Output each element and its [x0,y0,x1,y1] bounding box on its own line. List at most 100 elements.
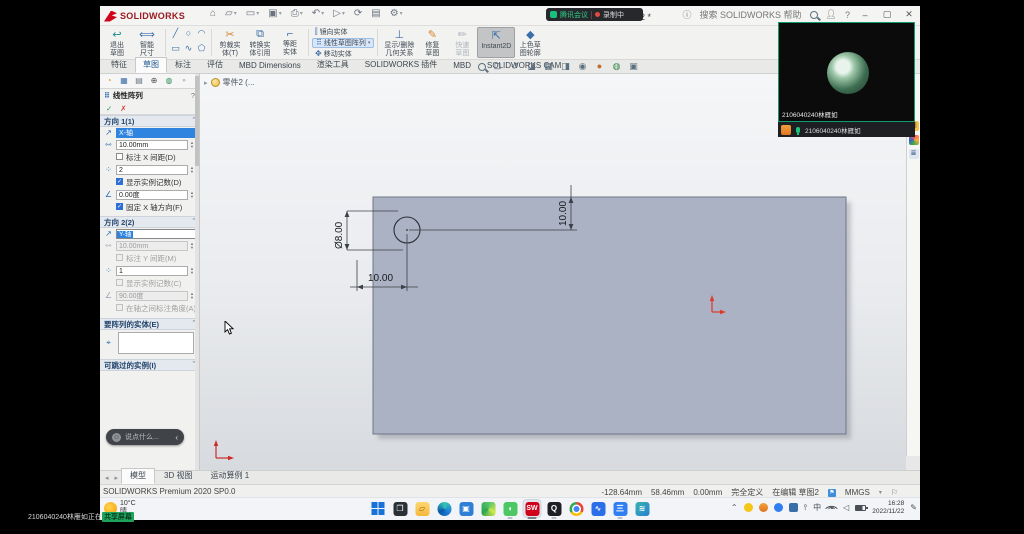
circle-tool-icon[interactable]: ○ [182,28,195,43]
tray-app2-icon[interactable] [759,503,768,512]
file-explorer-button[interactable]: ▱ [414,500,431,517]
tab-scroll-left-icon[interactable]: ◂ [102,474,112,484]
direction-arrow-icon[interactable]: ↗ [103,128,114,138]
select-icon[interactable]: ▷▾ [333,8,345,19]
restore-button[interactable]: ▢ [880,9,894,20]
minimize-button[interactable]: – [858,10,872,20]
instance-count-icon[interactable]: ⁘ [103,165,114,175]
docs-app-button[interactable]: ≋ [634,500,651,517]
solidworks-taskbar-button[interactable]: SW [524,500,541,517]
view-settings-icon[interactable]: ▣ [628,61,639,72]
line-tool-icon[interactable]: ╱ [169,28,182,43]
collapse-arrow-icon[interactable]: ‹ [175,433,178,442]
qq-button[interactable]: Q [546,500,563,517]
help-menu-button[interactable]: ? [845,10,850,20]
section-view-icon[interactable]: ◪ [526,61,537,72]
mirror-entities-button[interactable]: ⫿ 镜向实体 [312,27,374,37]
display-delete-relations-button[interactable]: ⊥ 显示/删除 几何关系 [381,27,417,58]
checkbox-unchecked-icon[interactable] [116,153,123,160]
repair-sketch-button[interactable]: ✎ 修复 草图 [417,27,447,58]
flyout-triangle-icon[interactable]: ▸ [204,79,208,87]
previous-view-icon[interactable]: ↺ [509,61,520,72]
part-face[interactable] [373,197,846,434]
display-style-icon[interactable]: ◨ [560,61,571,72]
tray-app3-icon[interactable] [789,503,798,512]
offset-entities-button[interactable]: ⌐ 等距 实体 [275,27,305,58]
tab-mbd-dimensions[interactable]: MBD Dimensions [231,59,309,73]
tab-addins[interactable]: SOLIDWORKS 插件 [357,57,445,73]
configuration-manager-tab-icon[interactable]: ▤ [134,76,144,86]
checkbox-checked-icon[interactable]: ✓ [116,203,123,210]
battery-icon[interactable] [855,505,866,511]
tray-app1-icon[interactable] [744,503,753,512]
trim-entities-button[interactable]: ✂︎ 剪裁实 体(T) [215,27,245,58]
tab-sketch[interactable]: 草图 [135,57,167,73]
tag-icon[interactable]: ⚐ [891,488,898,497]
entities-selection-box[interactable] [118,332,194,354]
tab-scroll-right-icon[interactable]: ▸ [112,474,122,484]
close-button[interactable]: ✕ [902,9,916,20]
custom-properties-tab-icon[interactable]: ≣ [909,149,919,159]
meeting-video-overlay[interactable]: 2106040240林雁如 2106040240林雁如 [778,22,915,137]
panel-overflow-icon[interactable]: » [179,76,189,86]
meeting-chat-bubble[interactable]: ☺ 说点什么... ‹ [106,429,184,445]
search-icon[interactable] [810,11,818,19]
circle-center-point[interactable] [406,229,408,231]
tab-mbd[interactable]: MBD [445,59,479,73]
checkbox-checked-icon[interactable]: ✓ [116,178,123,185]
feature-tree-flyout[interactable]: ▸ 零件2 (... [204,77,255,88]
convert-entities-button[interactable]: ⧉ 转换实 体引用 [245,27,275,58]
print-icon[interactable]: ⎙▾ [291,8,303,19]
tab-evaluate[interactable]: 评估 [199,57,231,73]
user-account-icon[interactable]: 👤︎ [826,9,837,20]
tab-features[interactable]: 特征 [103,57,135,73]
emoji-face-icon[interactable]: ☺ [112,433,121,442]
chrome-button[interactable] [568,500,585,517]
display-manager-tab-icon[interactable]: ◍ [164,76,174,86]
meeting-floating-bar[interactable]: 腾讯会议 录制中 [546,8,643,21]
tab-render-tools[interactable]: 渲染工具 [309,57,357,73]
start-button[interactable] [370,500,387,517]
file-properties-icon[interactable]: ▤ [371,8,380,19]
direction1-count-field[interactable]: 2 [116,165,188,175]
wechat-button[interactable]: ◖ [502,500,519,517]
options-gear-icon[interactable]: ⚙▾ [390,8,403,19]
cancel-x-button[interactable]: ✗ [120,104,126,113]
arc-tool-icon[interactable]: ◠ [195,28,208,43]
spline-tool-icon[interactable]: ∿ [182,43,195,58]
direction2-section-header[interactable]: 方向 2(2) ˆ [100,216,199,228]
angle-icon[interactable]: ∠ [103,190,114,200]
new-document-icon[interactable]: ▱▾ [225,8,237,19]
dim-x-spacing-checkbox-row[interactable]: 标注 X 间距(D) [100,151,199,164]
smart-dimension-button[interactable]: ⟺ 智能 尺寸 [132,27,162,58]
motion-study-tab[interactable]: 运动算例 1 [201,468,258,484]
zoom-area-icon[interactable]: ⊡ [492,61,503,72]
undo-icon[interactable]: ↶▾ [312,8,324,19]
dimxpert-manager-tab-icon[interactable]: ⊕ [149,76,159,86]
entities-section-header[interactable]: 要阵列的实体(E) ˆ [100,318,199,330]
exit-sketch-button[interactable]: ↩ 退出 草图 [102,27,132,58]
rectangle-tool-icon[interactable]: ▭ [169,43,182,58]
units-selector[interactable]: MMGS [845,488,870,497]
pinwheel-app-button[interactable] [480,500,497,517]
direction-arrow-icon[interactable]: ↗ [103,229,114,239]
direction2-count-field[interactable]: 1 [116,266,188,276]
microphone-tray-icon[interactable]: ⫯ [804,503,807,513]
volume-icon[interactable]: ◁ [843,503,849,512]
ime-indicator[interactable]: 中 [813,502,821,513]
hide-show-items-icon[interactable]: ◉ [577,61,588,72]
microsoft-store-button[interactable]: ▣ [458,500,475,517]
edge-browser-button[interactable] [436,500,453,517]
help-info-icon[interactable]: ⓘ [683,8,692,21]
tray-chevron-up-icon[interactable]: ⌃ [731,503,738,512]
task-view-button[interactable]: ❒ [392,500,409,517]
property-manager-tab-icon[interactable]: ▦ [119,76,129,86]
tab-markup[interactable]: 标注 [167,57,199,73]
diameter-dim-text[interactable]: Ø8.00 [334,221,345,249]
vertical-dim-text[interactable]: 10.00 [558,201,569,226]
netdisk-app-button[interactable]: ∿ [590,500,607,517]
tray-meeting-icon[interactable] [774,503,783,512]
save-icon[interactable]: ▣▾ [268,8,281,19]
feature-manager-tab-icon[interactable]: ◔ [104,76,114,86]
ok-check-button[interactable]: ✓ [106,104,112,113]
